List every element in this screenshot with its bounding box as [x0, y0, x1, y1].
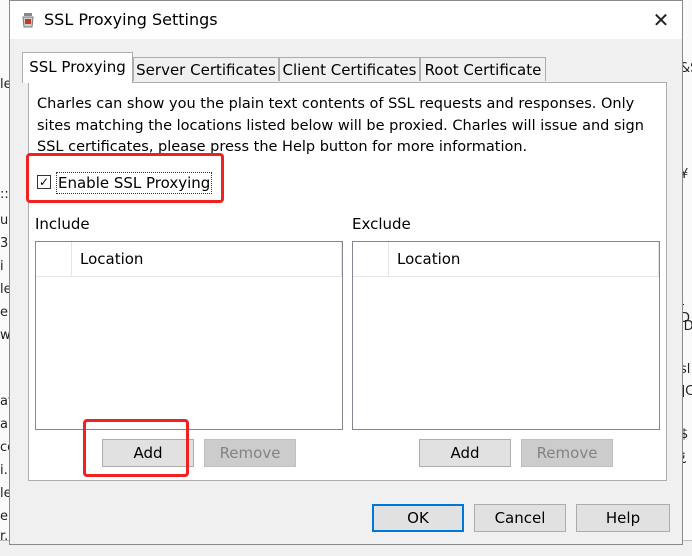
description-line: sites matching the locations listed belo…: [37, 117, 644, 134]
title-bar: SSL Proxying Settings ✕: [10, 1, 682, 39]
include-heading: Include: [35, 215, 90, 233]
include-location-column-header[interactable]: Location: [80, 250, 143, 268]
close-icon[interactable]: ✕: [646, 7, 676, 33]
exclude-location-list[interactable]: Location: [352, 241, 660, 430]
include-remove-button[interactable]: Remove: [204, 439, 296, 467]
background-text: i: [0, 259, 4, 274]
column-divider: [71, 242, 72, 276]
exclude-heading: Exclude: [352, 215, 411, 233]
charles-jar-icon: [22, 13, 34, 28]
exclude-add-button[interactable]: Add: [419, 439, 511, 467]
column-divider: [341, 242, 342, 276]
exclude-location-column-header[interactable]: Location: [397, 250, 460, 268]
ok-button[interactable]: OK: [372, 504, 464, 532]
cancel-button[interactable]: Cancel: [474, 504, 566, 532]
exclude-list-header: Location: [353, 242, 659, 277]
background-text: i.: [0, 463, 8, 478]
description-line: Charles can show you the plain text cont…: [37, 96, 635, 112]
description: Charles can show you the plain text cont…: [37, 94, 657, 159]
tab-ssl-proxying[interactable]: SSL Proxying: [22, 52, 133, 83]
annotation-highlight-checkbox: [26, 153, 224, 203]
tab-server-certificates[interactable]: Server Certificates: [133, 57, 279, 81]
column-divider: [388, 242, 389, 276]
background-text: a: [0, 417, 8, 432]
tab-root-certificate[interactable]: Root Certificate: [420, 57, 546, 81]
include-location-list[interactable]: Location: [35, 241, 343, 430]
include-list-header: Location: [36, 242, 342, 277]
exclude-remove-button[interactable]: Remove: [521, 439, 613, 467]
tab-client-certificates[interactable]: Client Certificates: [279, 57, 420, 81]
column-divider: [658, 242, 659, 276]
window-title: SSL Proxying Settings: [44, 10, 218, 29]
help-button[interactable]: Help: [576, 504, 670, 532]
annotation-highlight-add-button: [83, 419, 189, 477]
background-text: ::: [0, 187, 9, 202]
background-text: u: [0, 213, 9, 228]
